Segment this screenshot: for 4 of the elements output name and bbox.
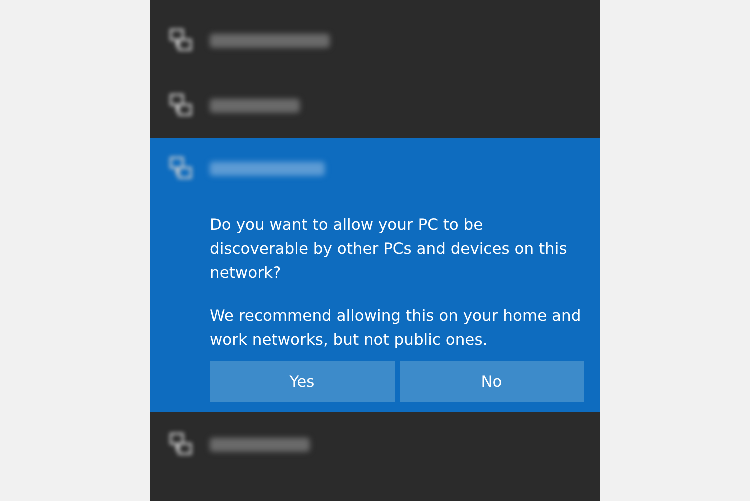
discovery-question: Do you want to allow your PC to be discoverable by other PCs and devices on this network? (210, 215, 568, 284)
yes-button[interactable]: Yes (210, 361, 394, 402)
no-button[interactable]: No (400, 361, 584, 402)
recommendation-text: We recommend allowing this on your home and work networks, but not public ones. (210, 306, 582, 351)
